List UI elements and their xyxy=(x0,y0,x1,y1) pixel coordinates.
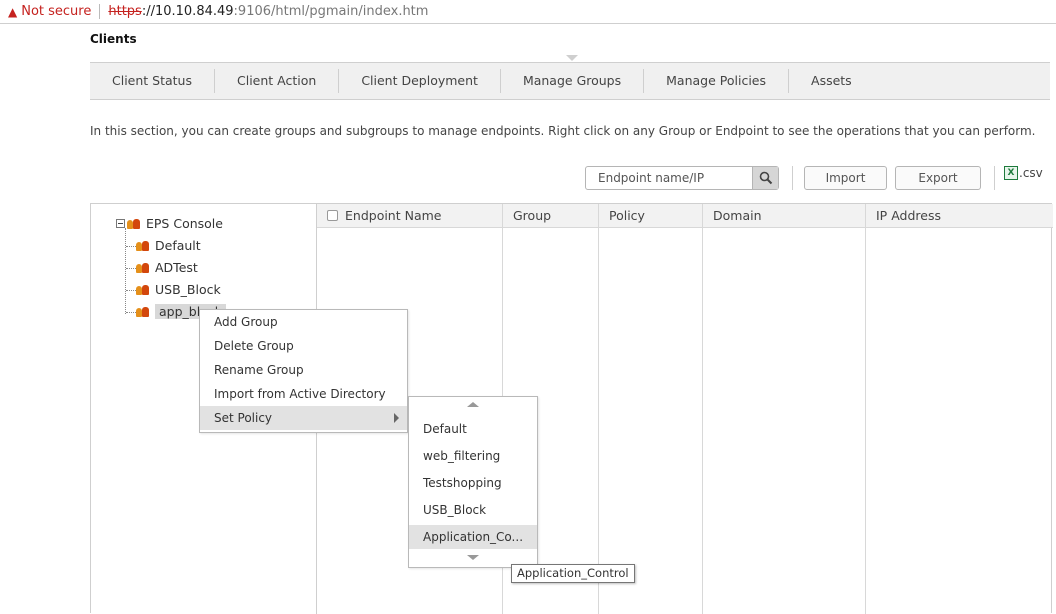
tree-node-default[interactable]: Default xyxy=(136,238,201,253)
export-button[interactable]: Export xyxy=(895,166,981,190)
search-button[interactable] xyxy=(752,167,778,189)
column-header-ip-address[interactable]: IP Address xyxy=(876,208,941,223)
scroll-down-icon[interactable] xyxy=(467,555,479,560)
tooltip: Application_Control xyxy=(511,564,635,583)
tree-node-label: EPS Console xyxy=(146,216,223,231)
column-header-policy[interactable]: Policy xyxy=(609,208,645,223)
collapse-icon[interactable] xyxy=(116,219,125,228)
menu-item-delete-group[interactable]: Delete Group xyxy=(200,334,407,358)
section-description: In this section, you can create groups a… xyxy=(90,124,1036,138)
endpoint-search xyxy=(585,166,779,190)
column-header-group[interactable]: Group xyxy=(513,208,551,223)
address-separator xyxy=(99,4,101,19)
menu-item-set-policy[interactable]: Set Policy xyxy=(200,406,407,430)
excel-icon: X xyxy=(1004,166,1018,180)
column-header-endpoint-name[interactable]: Endpoint Name xyxy=(345,208,441,223)
submenu-arrow-icon xyxy=(394,413,399,423)
menu-item-label: Set Policy xyxy=(214,411,273,425)
csv-label: .csv xyxy=(1019,166,1043,180)
search-icon xyxy=(759,171,772,185)
tree-node-eps-console[interactable]: EPS Console xyxy=(116,216,223,231)
tree-guide-line xyxy=(125,228,126,314)
warning-icon: ▲ xyxy=(8,4,18,19)
policy-item-application-control[interactable]: Application_Co... xyxy=(409,525,537,549)
tab-manage-policies[interactable]: Manage Policies xyxy=(644,69,790,93)
tree-branch-line xyxy=(126,268,136,269)
search-input[interactable] xyxy=(586,167,752,189)
column-policy: Policy xyxy=(599,204,703,614)
tree-node-label: ADTest xyxy=(155,260,198,275)
url-text[interactable]: https://10.10.84.49:9106/html/pgmain/ind… xyxy=(108,4,428,19)
policy-item-usb-block[interactable]: USB_Block xyxy=(409,498,537,522)
tab-manage-groups[interactable]: Manage Groups xyxy=(501,55,645,93)
security-indicator[interactable]: ▲ Not secure xyxy=(8,4,91,19)
menu-item-import-ad[interactable]: Import from Active Directory xyxy=(200,382,407,406)
policy-item-default[interactable]: Default xyxy=(409,417,537,441)
scroll-up-icon[interactable] xyxy=(467,402,479,407)
group-icon xyxy=(136,262,150,273)
tab-bar: Client Status Client Action Client Deplo… xyxy=(90,55,1050,100)
policy-item-web-filtering[interactable]: web_filtering xyxy=(409,444,537,468)
group-icon xyxy=(136,306,150,317)
tab-assets[interactable]: Assets xyxy=(789,69,874,93)
tab-client-status[interactable]: Client Status xyxy=(90,69,215,93)
tree-branch-line xyxy=(126,290,136,291)
policy-submenu: Default web_filtering Testshopping USB_B… xyxy=(408,396,538,568)
csv-export-button[interactable]: X .csv xyxy=(1004,166,1043,180)
tree-node-label: Default xyxy=(155,238,201,253)
toolbar-divider xyxy=(994,166,995,190)
column-header-domain[interactable]: Domain xyxy=(713,208,762,223)
import-button[interactable]: Import xyxy=(804,166,887,190)
url-path: :9106/html/pgmain/index.htm xyxy=(233,4,429,19)
tree-node-adtest[interactable]: ADTest xyxy=(136,260,198,275)
tree-node-label: USB_Block xyxy=(155,282,221,297)
toolbar-divider xyxy=(792,166,793,190)
menu-item-rename-group[interactable]: Rename Group xyxy=(200,358,407,382)
select-all-checkbox[interactable] xyxy=(327,210,338,221)
menu-item-add-group[interactable]: Add Group xyxy=(200,310,407,334)
address-bar[interactable]: ▲ Not secure https://10.10.84.49:9106/ht… xyxy=(0,0,1056,24)
column-ip-address: IP Address xyxy=(866,204,1053,614)
group-icon xyxy=(127,218,141,229)
group-icon xyxy=(136,284,150,295)
tree-branch-line xyxy=(126,246,136,247)
tab-client-deployment[interactable]: Client Deployment xyxy=(339,69,501,93)
tree-branch-line xyxy=(126,312,136,313)
tab-client-action[interactable]: Client Action xyxy=(215,69,340,93)
url-host: ://10.10.84.49 xyxy=(141,4,234,19)
group-context-menu: Add Group Delete Group Rename Group Impo… xyxy=(199,309,408,433)
tree-node-usb-block[interactable]: USB_Block xyxy=(136,282,221,297)
security-label: Not secure xyxy=(21,4,92,19)
group-icon xyxy=(136,240,150,251)
column-domain: Domain xyxy=(703,204,866,614)
url-scheme: https xyxy=(108,4,142,19)
policy-item-testshopping[interactable]: Testshopping xyxy=(409,471,537,495)
page-title: Clients xyxy=(90,32,137,46)
